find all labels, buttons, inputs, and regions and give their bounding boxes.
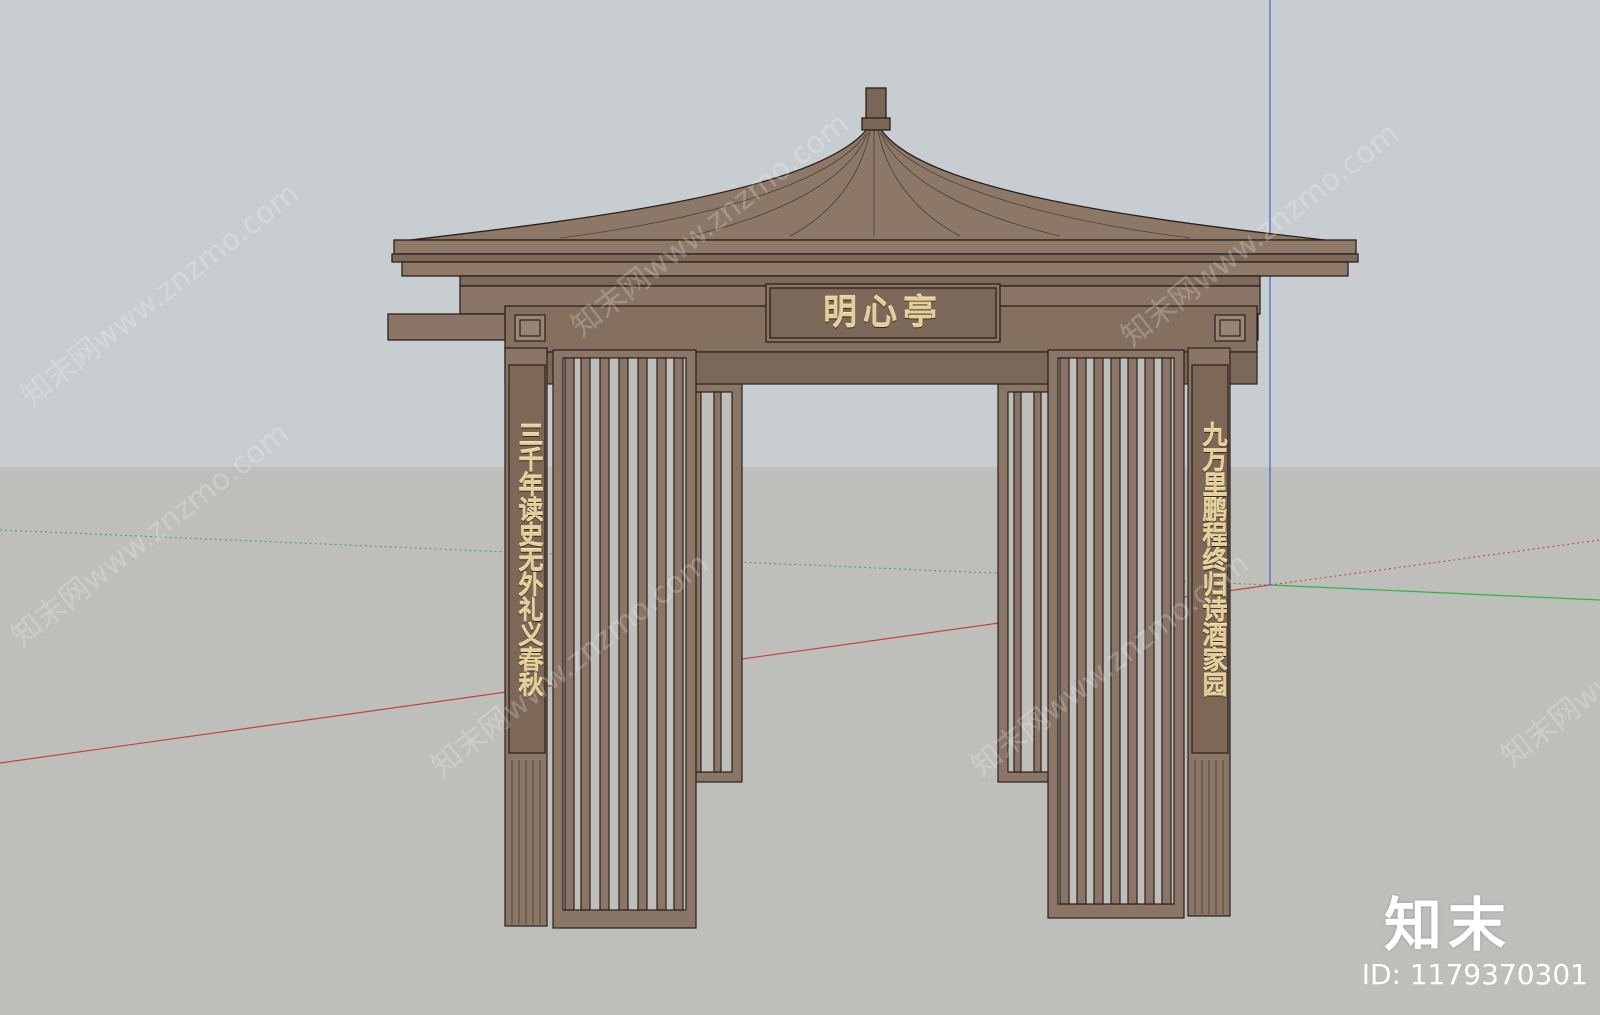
pavilion-name-text: 明心亭 bbox=[823, 293, 943, 333]
image-id-label: ID: 1179370301 bbox=[1361, 958, 1588, 991]
front-left-grille bbox=[552, 349, 697, 929]
couplet-right-text: 九万里鹏程终归诗酒家园 bbox=[1199, 422, 1228, 697]
front-right-grille bbox=[1047, 349, 1185, 919]
sketchup-viewport[interactable]: 知末网www.znzmo.com 知末网www.znzmo.com 知末网www… bbox=[0, 0, 1600, 1015]
ground-plane bbox=[0, 467, 1600, 1015]
brand-logo: 知末 bbox=[1383, 891, 1512, 959]
couplet-left-text: 三千年读史无外礼义春秋 bbox=[515, 422, 544, 697]
pavilion-model-scene bbox=[0, 0, 1600, 1015]
